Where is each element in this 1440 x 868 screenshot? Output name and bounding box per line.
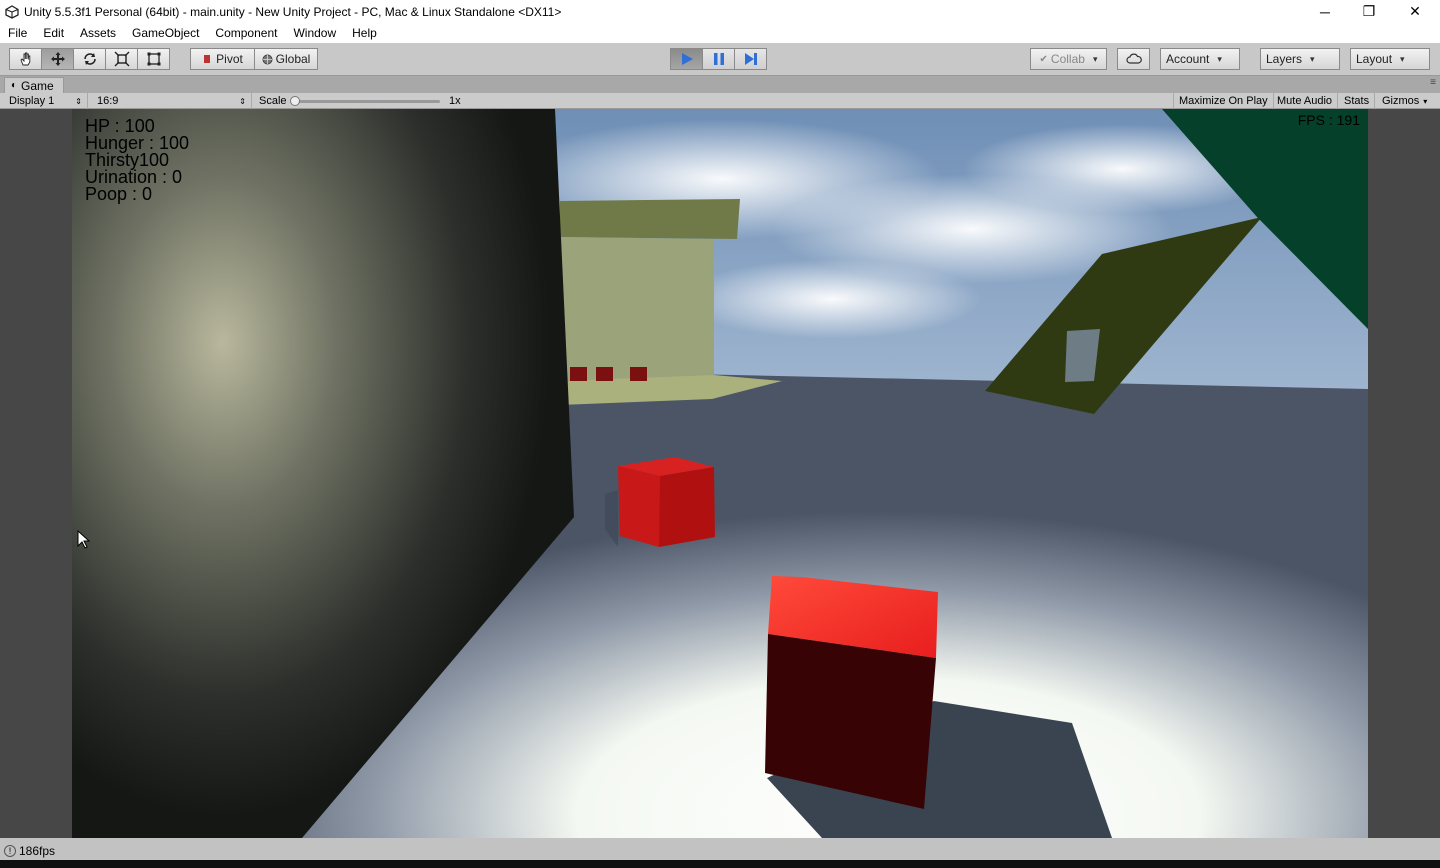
mute-label: Mute Audio bbox=[1277, 95, 1333, 107]
rotate-tool-button[interactable] bbox=[73, 48, 106, 70]
play-icon bbox=[681, 53, 693, 65]
step-icon bbox=[744, 53, 757, 65]
scale-slider[interactable] bbox=[290, 96, 440, 106]
scale-value: 1x bbox=[449, 95, 461, 107]
tab-game[interactable]: ◐ Game bbox=[4, 77, 64, 93]
game-tab-icon: ◐ bbox=[11, 80, 18, 91]
step-button[interactable] bbox=[734, 48, 767, 70]
hand-tool-button[interactable] bbox=[9, 48, 42, 70]
status-fps: 186fps bbox=[19, 844, 56, 858]
aspect-dropdown[interactable]: 16:9 ⇕ bbox=[92, 93, 252, 109]
move-tool-button[interactable] bbox=[41, 48, 74, 70]
updown-icon: ⇕ bbox=[239, 96, 246, 106]
menu-help[interactable]: Help bbox=[344, 26, 385, 40]
unity-logo-icon bbox=[4, 4, 20, 20]
status-bar: ! 186fps bbox=[0, 842, 1440, 860]
collab-label: Collab bbox=[1050, 52, 1085, 66]
restore-icon: ❐ bbox=[1362, 3, 1376, 19]
menu-file[interactable]: File bbox=[0, 26, 35, 40]
pivot-icon bbox=[204, 55, 211, 63]
chevron-down-icon: ▾ bbox=[1423, 96, 1428, 106]
gizmos-dropdown[interactable]: Gizmos ▾ bbox=[1377, 93, 1437, 109]
small-cube bbox=[570, 367, 587, 381]
mouse-cursor-icon bbox=[77, 530, 91, 549]
building-roof bbox=[560, 199, 740, 239]
menu-edit[interactable]: Edit bbox=[35, 26, 72, 40]
game-tab-label: Game bbox=[21, 78, 54, 93]
stats-toggle[interactable]: Stats bbox=[1339, 93, 1376, 109]
gizmos-label: Gizmos bbox=[1382, 95, 1420, 107]
menu-window[interactable]: Window bbox=[285, 26, 344, 40]
aspect-label: 16:9 bbox=[97, 95, 119, 107]
poop-label: Poop : 0 bbox=[85, 184, 153, 204]
pivot-toggle[interactable]: Pivot bbox=[190, 48, 255, 70]
tab-bar: ◐ Game ≡ bbox=[0, 76, 1440, 93]
info-icon: ! bbox=[4, 845, 16, 857]
scale-label: Scale bbox=[259, 95, 287, 107]
close-icon: ✕ bbox=[1409, 3, 1421, 19]
scale-icon bbox=[114, 51, 129, 67]
account-label: Account bbox=[1166, 52, 1210, 66]
rect-tool-button[interactable] bbox=[137, 48, 170, 70]
maximize-on-play-toggle[interactable]: Maximize On Play bbox=[1173, 93, 1274, 109]
cloud-icon bbox=[1125, 53, 1142, 64]
pause-icon bbox=[713, 53, 724, 65]
menu-gameobject[interactable]: GameObject bbox=[124, 26, 207, 40]
close-button[interactable]: ✕ bbox=[1392, 0, 1438, 23]
menu-bar: File Edit Assets GameObject Component Wi… bbox=[0, 23, 1440, 43]
toolbar: Pivot Global ✔ Collab Account Layers Lay… bbox=[0, 43, 1440, 76]
plane-window bbox=[1065, 329, 1100, 382]
menu-assets[interactable]: Assets bbox=[72, 26, 124, 40]
window-title: Unity 5.5.3f1 Personal (64bit) - main.un… bbox=[24, 4, 562, 19]
play-button[interactable] bbox=[670, 48, 703, 70]
layout-dropdown[interactable]: Layout bbox=[1350, 48, 1430, 70]
small-cube bbox=[596, 367, 613, 381]
maximize-label: Maximize On Play bbox=[1179, 95, 1268, 107]
hand-icon bbox=[19, 52, 30, 66]
updown-icon: ⇕ bbox=[75, 96, 82, 106]
display-dropdown[interactable]: Display 1 ⇕ bbox=[4, 93, 88, 109]
mute-audio-toggle[interactable]: Mute Audio bbox=[1272, 93, 1339, 109]
cube-side bbox=[659, 467, 715, 547]
minimize-button[interactable]: ─ bbox=[1302, 0, 1348, 23]
cube-front bbox=[618, 466, 660, 547]
globe-icon bbox=[262, 54, 273, 64]
menu-component[interactable]: Component bbox=[207, 26, 285, 40]
minimize-icon: ─ bbox=[1320, 3, 1330, 20]
building-wall bbox=[560, 237, 714, 381]
cloud bbox=[682, 259, 982, 339]
rect-transform-icon bbox=[147, 52, 160, 66]
stats-label: Stats bbox=[1344, 95, 1370, 107]
pause-button[interactable] bbox=[702, 48, 735, 70]
check-icon: ✔ bbox=[1039, 53, 1048, 65]
move-icon bbox=[50, 52, 65, 66]
layers-label: Layers bbox=[1266, 52, 1303, 66]
pivot-label: Pivot bbox=[216, 52, 243, 66]
collab-dropdown[interactable]: ✔ Collab bbox=[1030, 48, 1107, 70]
game-viewport[interactable]: HP : 100 Hunger : 100 Thirsty100 Urinati… bbox=[72, 109, 1368, 838]
game-view-toolbar: Display 1 ⇕ 16:9 ⇕ Scale 1x Maximize On Pl… bbox=[0, 93, 1440, 109]
display-label: Display 1 bbox=[9, 95, 55, 107]
title-bar: Unity 5.5.3f1 Personal (64bit) - main.un… bbox=[0, 0, 1440, 23]
global-label: Global bbox=[275, 52, 311, 66]
account-dropdown[interactable]: Account bbox=[1160, 48, 1240, 70]
restore-button[interactable]: ❐ bbox=[1346, 0, 1392, 23]
fps-counter: FPS : 191 bbox=[1297, 112, 1360, 128]
global-toggle[interactable]: Global bbox=[254, 48, 318, 70]
scale-slider-thumb[interactable] bbox=[290, 96, 300, 106]
layers-dropdown[interactable]: Layers bbox=[1260, 48, 1340, 70]
hud-stats: HP : 100 Hunger : 100 Thirsty100 Urinati… bbox=[85, 117, 189, 204]
layout-label: Layout bbox=[1356, 52, 1393, 66]
small-cube bbox=[630, 367, 647, 381]
scale-tool-button[interactable] bbox=[105, 48, 138, 70]
rotate-icon bbox=[83, 53, 96, 65]
tab-menu-icon[interactable]: ≡ bbox=[1430, 77, 1436, 88]
taskbar bbox=[0, 860, 1440, 868]
cloud-button[interactable] bbox=[1117, 48, 1150, 70]
game-scene bbox=[72, 109, 1368, 838]
